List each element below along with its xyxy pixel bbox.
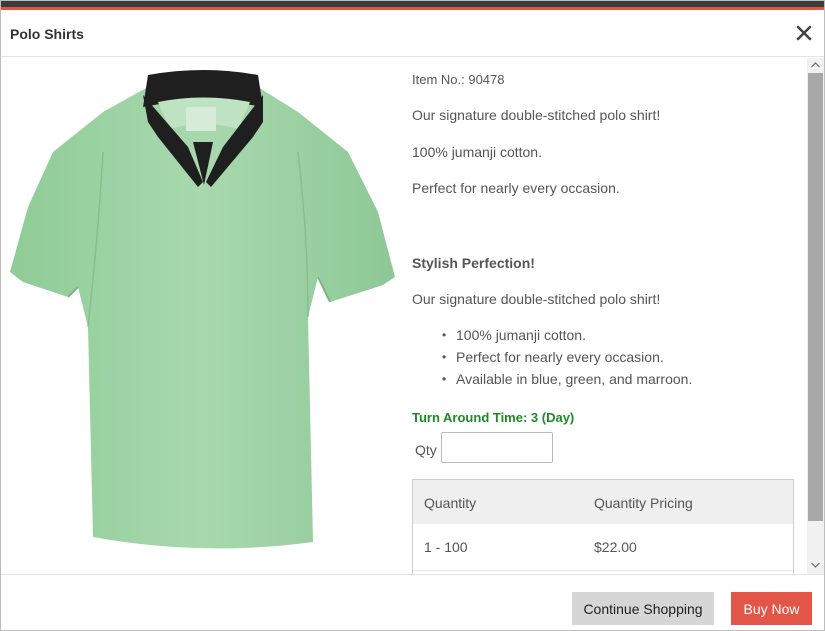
column-header-quantity: Quantity: [424, 495, 477, 511]
column-header-pricing: Quantity Pricing: [594, 495, 693, 511]
quantity-input[interactable]: [441, 432, 553, 463]
buy-now-button[interactable]: Buy Now: [731, 592, 812, 625]
turnaround-time: Turn Around Time: 3 (Day): [412, 410, 575, 425]
list-item: • Perfect for nearly every occasion.: [412, 349, 692, 371]
table-header: Quantity Quantity Pricing: [413, 480, 793, 524]
table-cell-price: $22.00: [594, 539, 637, 555]
scroll-up-icon[interactable]: [807, 58, 824, 72]
description-paragraph: Our signature double-stitched polo shirt…: [412, 107, 661, 123]
product-image: [8, 67, 398, 552]
qty-label: Qty: [415, 442, 437, 458]
close-icon[interactable]: [795, 24, 813, 42]
bullet-icon: •: [442, 328, 447, 342]
feature-list: • 100% jumanji cotton. • Perfect for nearl…: [412, 327, 692, 393]
list-item: • 100% jumanji cotton.: [412, 327, 692, 349]
modal-title: Polo Shirts: [10, 26, 84, 42]
bullet-icon: •: [442, 372, 447, 386]
product-modal: Polo Shirts Item No.: 90478 Our signatur…: [0, 0, 825, 631]
table-cell-quantity: 1 - 100: [424, 539, 468, 555]
modal-header: Polo Shirts: [1, 10, 824, 57]
scroll-down-icon[interactable]: [807, 558, 824, 572]
section-subtitle: Stylish Perfection!: [412, 255, 535, 271]
modal-body: Item No.: 90478 Our signature double-sti…: [1, 57, 824, 574]
continue-shopping-button[interactable]: Continue Shopping: [572, 592, 714, 625]
table-row: 1 - 100 $22.00: [413, 524, 793, 571]
description-paragraph: Perfect for nearly every occasion.: [412, 180, 620, 196]
description-paragraph: Our signature double-stitched polo shirt…: [412, 291, 661, 307]
bullet-icon: •: [442, 350, 447, 364]
list-item-text: Available in blue, green, and marroon.: [456, 371, 693, 387]
list-item: • Available in blue, green, and marroon.: [412, 371, 692, 393]
description-paragraph: 100% jumanji cotton.: [412, 144, 542, 160]
item-number: Item No.: 90478: [412, 72, 505, 87]
pricing-table: Quantity Quantity Pricing 1 - 100 $22.00: [412, 479, 794, 574]
vertical-scrollbar[interactable]: [807, 58, 824, 574]
list-item-text: 100% jumanji cotton.: [456, 327, 586, 343]
scrollbar-thumb[interactable]: [808, 73, 823, 521]
modal-footer: Continue Shopping Buy Now: [1, 574, 824, 630]
list-item-text: Perfect for nearly every occasion.: [456, 349, 664, 365]
